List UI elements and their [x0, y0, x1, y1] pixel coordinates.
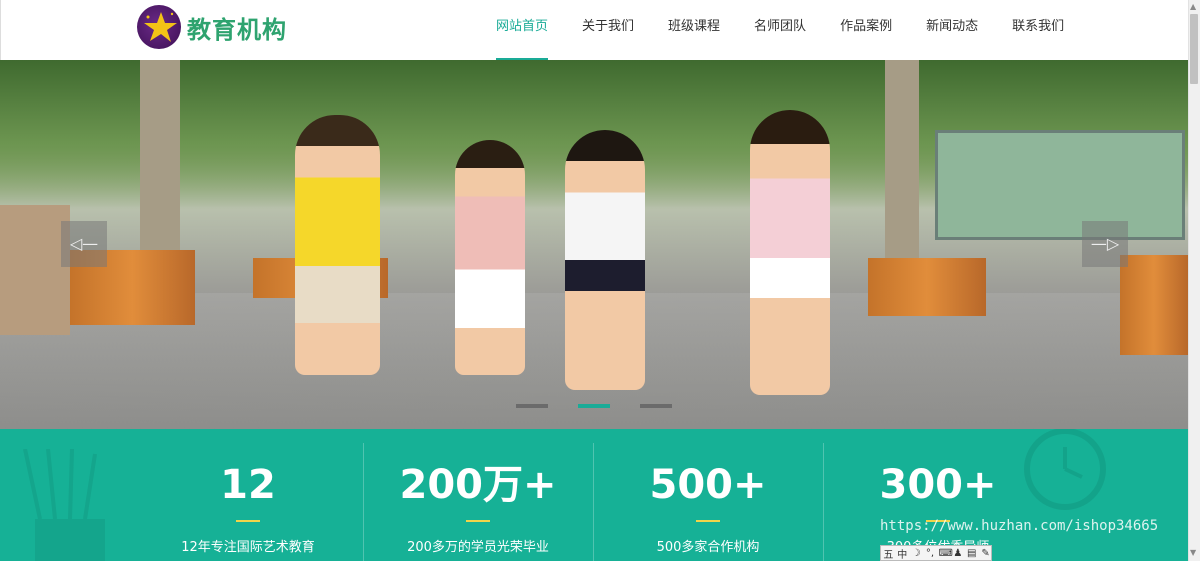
stat-underline	[236, 520, 260, 522]
scroll-thumb[interactable]	[1190, 14, 1198, 84]
stat-partners: 500+ 500多家合作机构	[593, 429, 823, 561]
stat-underline	[466, 520, 490, 522]
stat-value: 200万+	[399, 462, 557, 508]
stats-section: 12 12年专注国际艺术教育 200万+ 200多万的学员光荣毕业 500+ 5…	[0, 429, 1188, 561]
scroll-up-icon[interactable]: ▲	[1190, 2, 1196, 11]
ime-mode-icon[interactable]: 五	[883, 546, 894, 561]
banner-dot-2[interactable]	[578, 404, 610, 408]
nav-home[interactable]: 网站首页	[479, 0, 565, 60]
ime-lang-icon[interactable]: 中	[897, 546, 908, 561]
logo-text: 教育机构	[187, 14, 287, 44]
banner-planter	[868, 258, 986, 316]
nav-courses[interactable]: 班级课程	[651, 0, 737, 60]
stat-years: 12 12年专注国际艺术教育	[133, 429, 363, 561]
banner-noticeboard	[935, 130, 1185, 240]
scroll-down-icon[interactable]: ▼	[1190, 548, 1196, 557]
stat-value: 300+	[879, 462, 997, 508]
stat-underline	[696, 520, 720, 522]
page-scrollbar[interactable]	[1188, 0, 1200, 561]
nav-works[interactable]: 作品案例	[823, 0, 909, 60]
nav-news[interactable]: 新闻动态	[909, 0, 995, 60]
ime-keyboard-icon[interactable]: ⌨	[938, 548, 952, 559]
ime-toolbar: 五 中 ☽ °, ⌨ ♟ ▤ ✎	[880, 545, 992, 561]
nav-contact[interactable]: 联系我们	[995, 0, 1081, 60]
watermark-text: https://www.huzhan.com/ishop34665	[880, 518, 1159, 534]
ime-skin-icon[interactable]: ▤	[966, 548, 977, 559]
banner-wall	[0, 205, 70, 335]
ime-tools-icon[interactable]: ✎	[980, 548, 991, 559]
pencil-cup-icon	[23, 449, 105, 561]
stat-graduates: 200万+ 200多万的学员光荣毕业	[363, 429, 593, 561]
banner-prev-button[interactable]: ◁—	[61, 221, 107, 267]
stat-tutors: 300+ 300多位优秀导师	[823, 429, 1053, 561]
banner-dot-3[interactable]	[640, 404, 672, 408]
banner-next-button[interactable]: —▷	[1082, 221, 1128, 267]
stat-label: 500多家合作机构	[656, 540, 760, 555]
banner-tree	[885, 60, 919, 260]
nav-about[interactable]: 关于我们	[565, 0, 651, 60]
stat-value: 500+	[649, 462, 767, 508]
stat-label: 200多万的学员光荣毕业	[407, 540, 549, 555]
main-nav: 网站首页 关于我们 班级课程 名师团队 作品案例 新闻动态 联系我们	[479, 0, 1081, 60]
stat-label: 12年专注国际艺术教育	[181, 540, 315, 555]
hero-banner: ◁— —▷	[0, 60, 1188, 429]
site-logo[interactable]: 教育机构	[137, 5, 287, 49]
ime-user-icon[interactable]: ♟	[952, 548, 963, 559]
star-logo-icon	[137, 5, 181, 49]
banner-child	[750, 110, 830, 395]
site-header: 教育机构 网站首页 关于我们 班级课程 名师团队 作品案例 新闻动态 联系我们	[0, 0, 1188, 60]
stat-value: 12	[220, 462, 276, 508]
banner-tree	[140, 60, 180, 260]
banner-child	[565, 130, 645, 390]
banner-pagination	[516, 404, 672, 408]
banner-planter	[1120, 255, 1188, 355]
nav-teachers[interactable]: 名师团队	[737, 0, 823, 60]
banner-child	[295, 115, 380, 375]
banner-child	[455, 140, 525, 375]
banner-dot-1[interactable]	[516, 404, 548, 408]
ime-punct-icon[interactable]: °,	[925, 548, 936, 559]
ime-moon-icon[interactable]: ☽	[911, 548, 922, 559]
